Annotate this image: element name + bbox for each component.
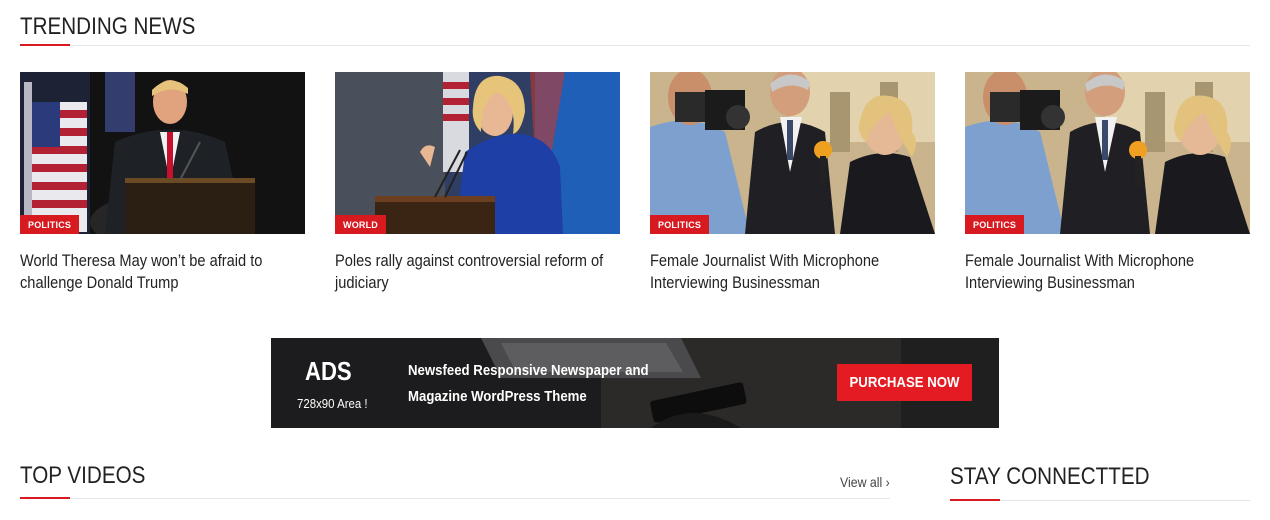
news-card[interactable]: POLITICS Female Journalist With Micropho… bbox=[965, 72, 1250, 294]
purchase-now-label: PURCHASE NOW bbox=[849, 374, 960, 391]
divider bbox=[20, 498, 890, 499]
news-headline[interactable]: Female Journalist With Microphone Interv… bbox=[650, 250, 934, 294]
purchase-now-button[interactable]: PURCHASE NOW bbox=[837, 364, 972, 401]
title-accent bbox=[20, 44, 70, 46]
news-thumbnail[interactable]: POLITICS bbox=[965, 72, 1250, 234]
ad-label: ADS bbox=[305, 356, 352, 386]
top-videos-title: TOP VIDEOS bbox=[20, 462, 146, 489]
title-accent bbox=[950, 499, 1000, 501]
ad-size-text: 728x90 Area ! bbox=[297, 396, 368, 411]
category-badge[interactable]: WORLD bbox=[335, 215, 386, 234]
view-all-link[interactable]: View all › bbox=[840, 474, 890, 490]
top-videos-header: TOP VIDEOS bbox=[20, 464, 166, 488]
category-badge[interactable]: POLITICS bbox=[650, 215, 710, 234]
news-card[interactable]: WORLD Poles rally against controversial … bbox=[335, 72, 620, 294]
news-thumbnail[interactable]: POLITICS bbox=[20, 72, 305, 234]
title-accent bbox=[20, 497, 70, 499]
ad-banner[interactable]: ADS 728x90 Area ! Newsfeed Responsive Ne… bbox=[271, 338, 999, 428]
news-headline[interactable]: Poles rally against controversial reform… bbox=[335, 250, 619, 294]
news-headline[interactable]: World Theresa May won’t be afraid to cha… bbox=[20, 250, 304, 294]
woman-speaking-image bbox=[335, 72, 620, 234]
trending-news-header: TRENDING NEWS bbox=[20, 15, 224, 39]
journalist-interview-image bbox=[965, 72, 1250, 234]
ad-text: Newsfeed Responsive Newspaper and Magazi… bbox=[408, 362, 649, 405]
news-thumbnail[interactable]: WORLD bbox=[335, 72, 620, 234]
divider bbox=[20, 45, 1250, 46]
journalist-interview-image bbox=[650, 72, 935, 234]
news-thumbnail[interactable]: POLITICS bbox=[650, 72, 935, 234]
speaker-at-podium-image bbox=[20, 72, 305, 234]
stay-connected-header: STAY CONNECTTED bbox=[950, 465, 1182, 489]
trending-news-title: TRENDING NEWS bbox=[20, 13, 196, 40]
category-badge[interactable]: POLITICS bbox=[965, 215, 1025, 234]
category-badge[interactable]: POLITICS bbox=[20, 215, 80, 234]
stay-connected-title: STAY CONNECTTED bbox=[950, 463, 1150, 490]
news-card[interactable]: POLITICS Female Journalist With Micropho… bbox=[650, 72, 935, 294]
news-headline[interactable]: Female Journalist With Microphone Interv… bbox=[965, 250, 1249, 294]
news-card[interactable]: POLITICS World Theresa May won’t be afra… bbox=[20, 72, 305, 294]
